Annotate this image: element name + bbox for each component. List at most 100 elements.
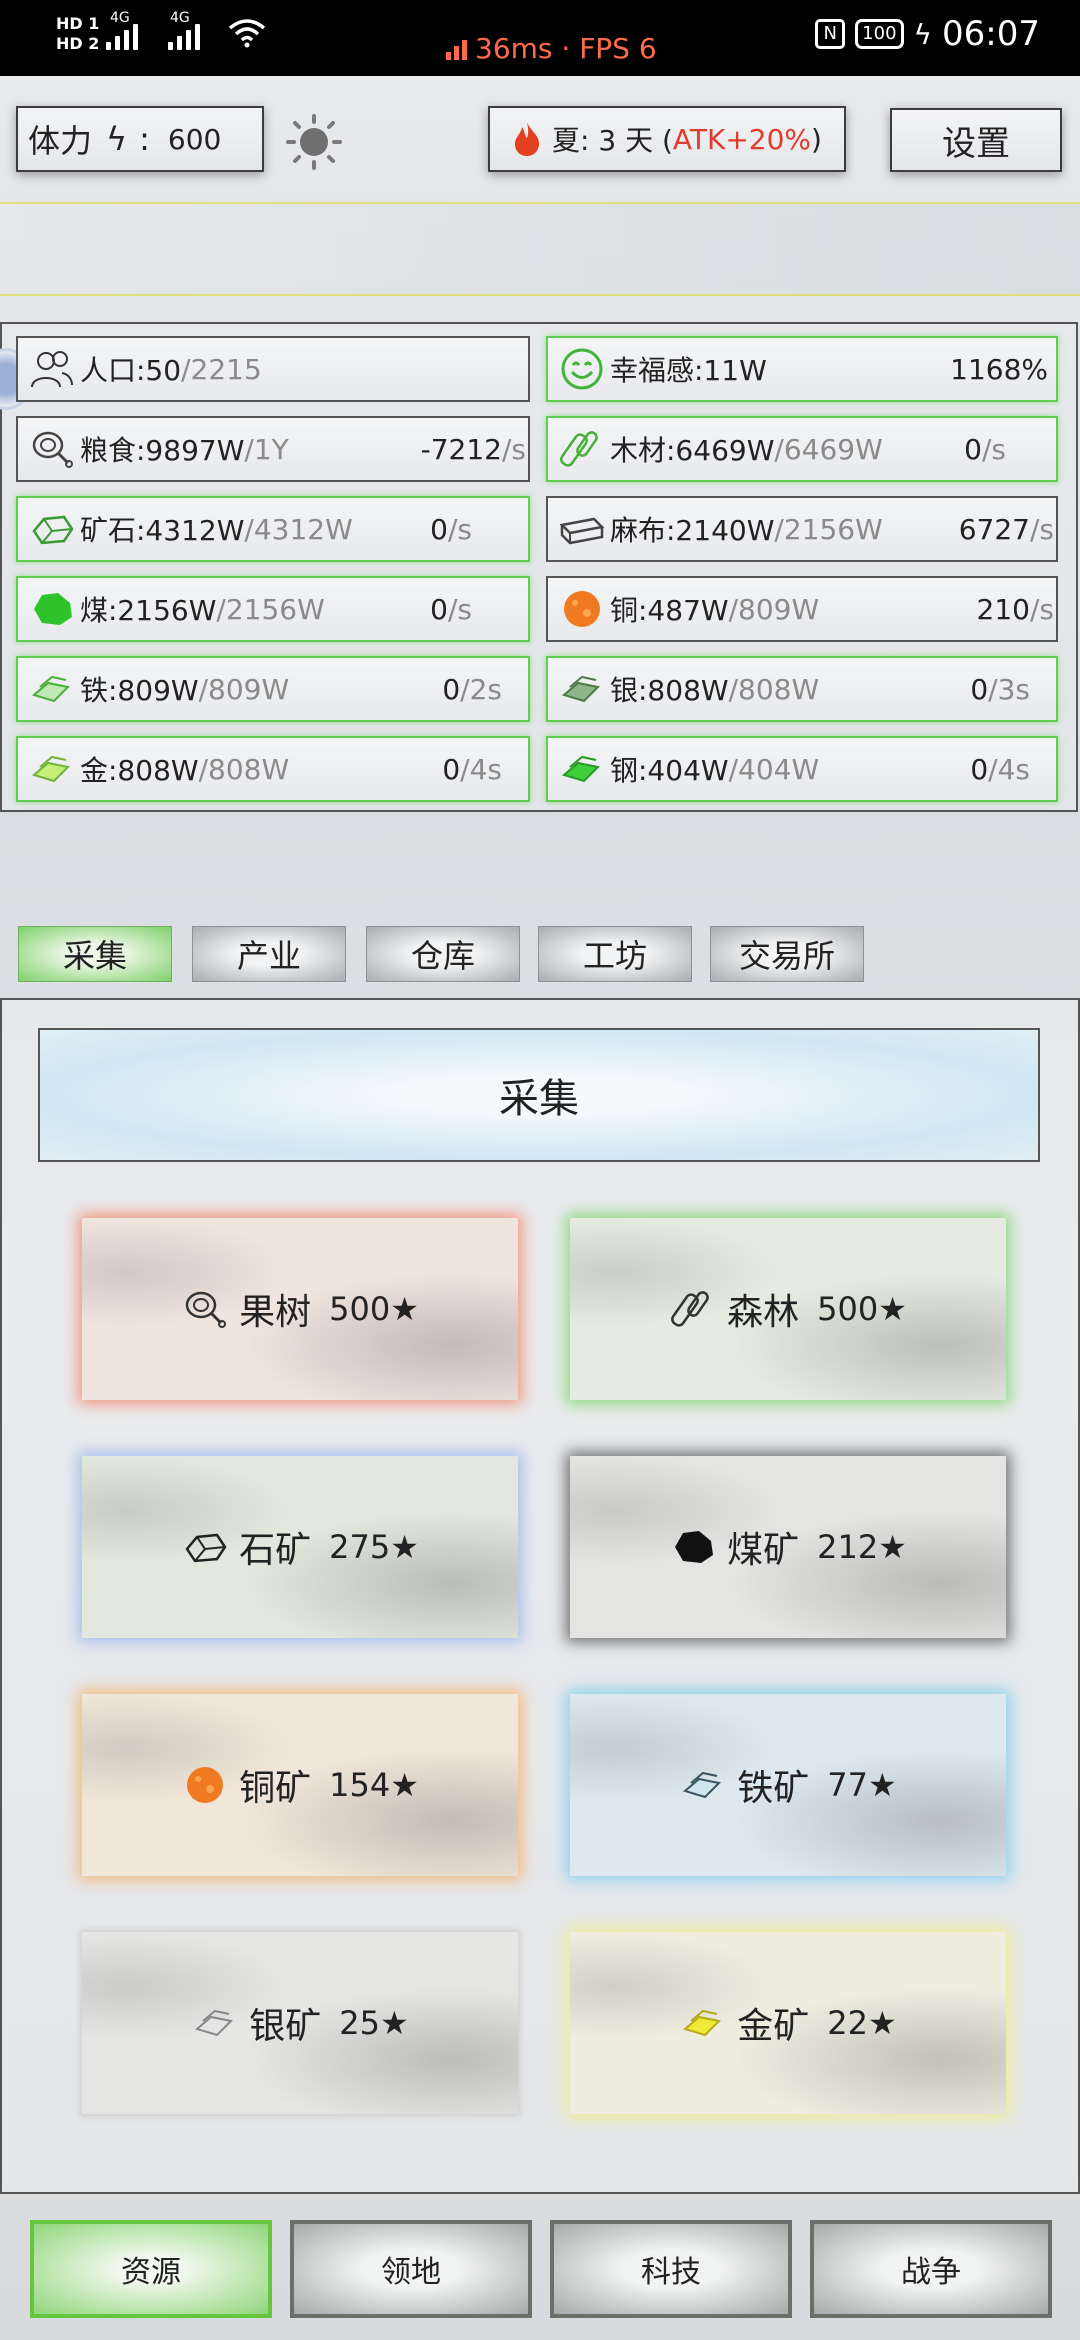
rate-value: 6727 xyxy=(958,512,1030,546)
resource-name: 煤:2156W xyxy=(80,594,217,627)
rate-value: 0 xyxy=(964,432,982,466)
nfc-icon: N xyxy=(815,19,846,49)
resource-coal: 煤:2156W/2156W 0/s xyxy=(16,576,530,642)
resource-cloth: 麻布:2140W/2156W 6727/s xyxy=(546,496,1058,562)
rate-unit: /s xyxy=(1029,512,1054,546)
net1-label: 4G xyxy=(110,10,130,26)
resource-max: /808W xyxy=(728,672,820,706)
tab-label: 工坊 xyxy=(582,937,647,975)
settings-button[interactable]: 设置 xyxy=(890,108,1062,172)
rate-value: 0 xyxy=(970,752,989,786)
gather-card-fruit-tree[interactable]: 果树 500★ xyxy=(82,1218,518,1400)
gather-card-stone-mine[interactable]: 石矿 275★ xyxy=(82,1456,518,1638)
resource-name: 矿石:4312W xyxy=(80,514,245,547)
resource-rate: 6727/s xyxy=(959,513,1054,546)
resource-happiness: 幸福感:11W 1168% xyxy=(546,336,1058,402)
copper-icon xyxy=(181,1761,229,1809)
net2-label: 4G xyxy=(170,10,190,26)
resource-rate: 0/s xyxy=(430,513,472,546)
copper-icon xyxy=(560,587,604,631)
status-right: N 100 ϟ 06:07 xyxy=(815,14,1040,54)
resource-name: 幸福感:11W xyxy=(610,354,767,387)
resource-name: 粮食:9897W xyxy=(80,434,245,467)
card-label: 森林 xyxy=(727,1292,800,1333)
nav-label: 资源 xyxy=(121,2255,181,2290)
cloth-icon xyxy=(560,507,604,551)
nav-technology[interactable]: 科技 xyxy=(550,2220,792,2318)
coal-icon xyxy=(669,1523,717,1571)
rate-unit: /s xyxy=(501,432,526,466)
card-label: 金矿 xyxy=(737,2006,810,2047)
resource-max: /2156W xyxy=(216,592,325,626)
card-label: 铜矿 xyxy=(239,1768,312,1809)
resource-rate: 0/4s xyxy=(970,753,1030,786)
resource-iron: 铁:809W/809W 0/2s xyxy=(16,656,530,722)
gather-card-iron-mine[interactable]: 铁矿 77★ xyxy=(570,1694,1006,1876)
resource-name: 金:808W xyxy=(80,754,199,787)
resource-ore: 矿石:4312W/4312W 0/s xyxy=(16,496,530,562)
resource-max: /2156W xyxy=(774,512,883,546)
tab-label: 仓库 xyxy=(410,937,475,975)
latency-bars-icon xyxy=(446,38,467,60)
gather-card-forest[interactable]: 森林 500★ xyxy=(570,1218,1006,1400)
card-value: 77★ xyxy=(827,1766,897,1804)
stone-icon xyxy=(181,1523,229,1571)
card-value: 500★ xyxy=(817,1290,907,1328)
stamina-separator: : xyxy=(139,120,150,158)
card-label: 煤矿 xyxy=(727,1530,800,1571)
rate-value: 0 xyxy=(442,752,461,786)
gather-card-gold-mine[interactable]: 金矿 22★ xyxy=(570,1932,1006,2114)
resource-name: 人口:50 xyxy=(80,354,182,387)
tab-warehouse[interactable]: 仓库 xyxy=(366,926,520,982)
gather-card-copper-mine[interactable]: 铜矿 154★ xyxy=(82,1694,518,1876)
resource-rate: 0/4s xyxy=(442,753,502,786)
resource-name: 钢:404W xyxy=(610,754,729,787)
meat-icon xyxy=(181,1285,229,1333)
resource-max: /4312W xyxy=(244,512,353,546)
gold-icon xyxy=(30,747,74,791)
rate-unit: /2s xyxy=(460,672,502,706)
wood-icon xyxy=(560,427,604,471)
resource-max: /808W xyxy=(198,752,290,786)
nav-territory[interactable]: 领地 xyxy=(290,2220,532,2318)
clock: 06:07 xyxy=(942,14,1040,54)
rate-unit: /4s xyxy=(460,752,502,786)
latency-text: 36ms · FPS 6 xyxy=(475,32,657,65)
card-value: 212★ xyxy=(817,1528,907,1566)
rate-value: 0 xyxy=(430,512,448,546)
gather-card-coal-mine[interactable]: 煤矿 212★ xyxy=(570,1456,1006,1638)
silver-icon xyxy=(560,667,604,711)
latency-indicator: 36ms · FPS 6 xyxy=(446,32,657,65)
nav-label: 科技 xyxy=(641,2255,701,2290)
tab-workshop[interactable]: 工坊 xyxy=(538,926,692,982)
resource-copper: 铜:487W/809W 210/s xyxy=(546,576,1058,642)
card-label: 铁矿 xyxy=(737,1768,810,1809)
season-close: ) xyxy=(811,122,822,156)
resource-steel: 钢:404W/404W 0/4s xyxy=(546,736,1058,802)
smile-icon xyxy=(560,347,604,391)
resource-max: /809W xyxy=(728,592,820,626)
gather-card-silver-mine[interactable]: 银矿 25★ xyxy=(82,1932,518,2114)
card-label: 石矿 xyxy=(239,1530,312,1571)
resource-max: /404W xyxy=(728,752,820,786)
nav-resources[interactable]: 资源 xyxy=(30,2220,272,2318)
tab-label: 采集 xyxy=(62,937,127,975)
resource-max: /809W xyxy=(198,672,290,706)
steel-icon xyxy=(560,747,604,791)
rate-unit: /s xyxy=(1029,592,1054,626)
wood-icon xyxy=(669,1285,717,1333)
sun-icon[interactable] xyxy=(284,112,344,172)
charging-icon: ϟ xyxy=(913,17,933,51)
status-bar: HD 1 HD 2 4G 4G 36ms · FPS 6 N 100 ϟ 06:… xyxy=(0,0,1080,76)
section-title: 采集 xyxy=(38,1028,1040,1162)
nav-label: 战争 xyxy=(901,2255,961,2290)
tab-gather[interactable]: 采集 xyxy=(18,926,172,982)
tab-industry[interactable]: 产业 xyxy=(192,926,346,982)
card-label: 果树 xyxy=(239,1292,312,1333)
tab-exchange[interactable]: 交易所 xyxy=(710,926,864,982)
resource-food: 粮食:9897W/1Y -7212/s xyxy=(16,416,530,482)
nav-war[interactable]: 战争 xyxy=(810,2220,1052,2318)
gold-icon xyxy=(679,1999,727,2047)
resource-rate: 0/s xyxy=(964,433,1006,466)
sim2-label: HD 2 xyxy=(56,34,100,53)
